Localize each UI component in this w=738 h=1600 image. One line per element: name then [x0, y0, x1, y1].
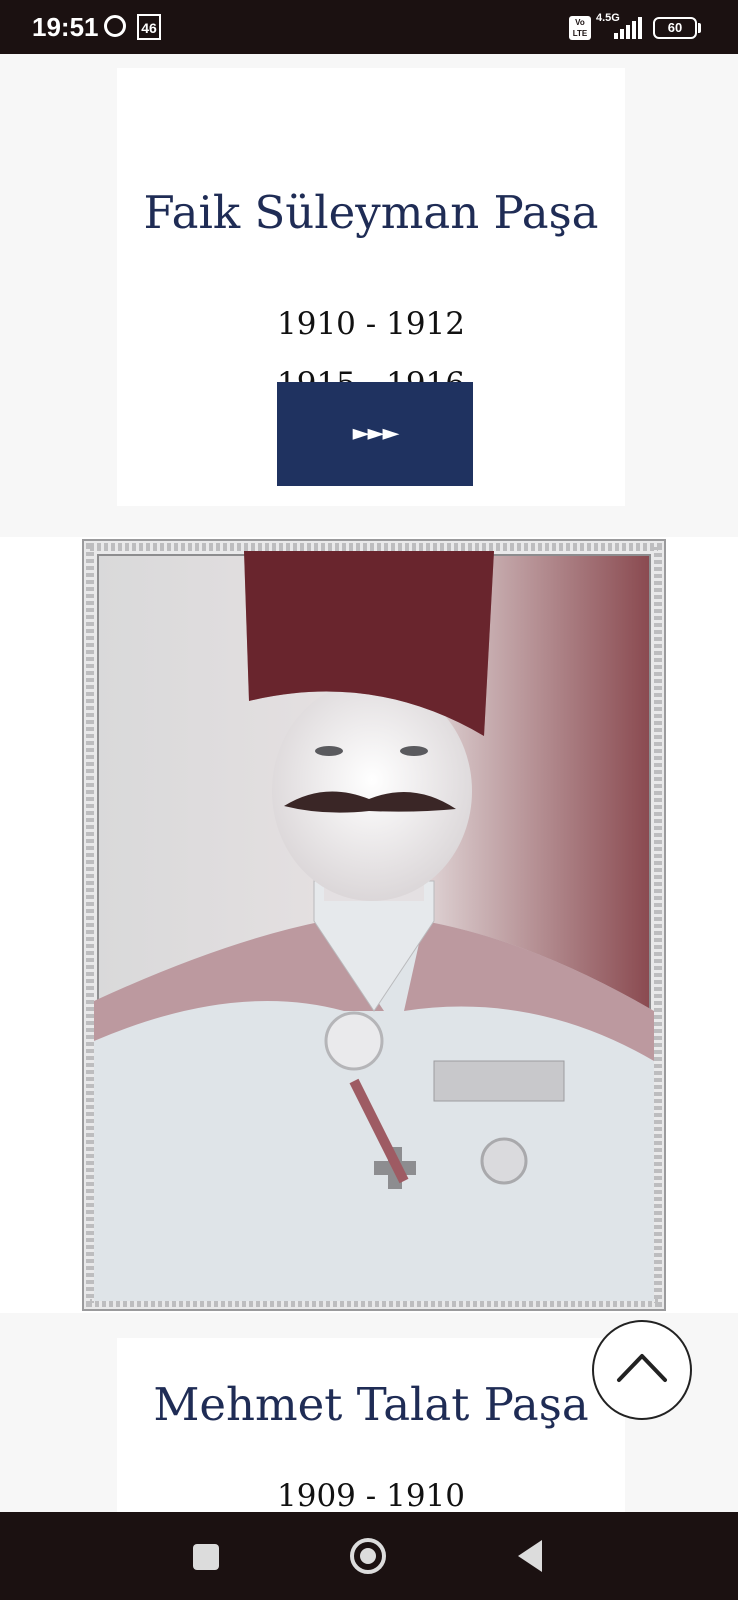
- signal-icon: [614, 17, 644, 39]
- back-button[interactable]: [518, 1540, 542, 1572]
- portrait-image: [82, 539, 666, 1311]
- volte-icon: Vo LTE: [569, 16, 591, 40]
- battery-tip: [698, 23, 701, 33]
- network-badge-icon: 46: [137, 14, 161, 40]
- navigation-bar: [0, 1512, 738, 1600]
- person-card: Faik Süleyman Paşa 1910 - 1912 1915 - 19…: [117, 68, 625, 506]
- chevron-up-icon: [617, 1354, 667, 1382]
- status-bar: 19:51 46 Vo LTE 4.5G 60: [0, 0, 738, 54]
- status-time: 19:51: [32, 12, 99, 42]
- person-card: Mehmet Talat Paşa 1909 - 1910: [117, 1338, 625, 1518]
- term-years: 1910 - 1912: [277, 306, 465, 342]
- person-name: Faik Süleyman Paşa: [143, 186, 599, 239]
- battery-icon: 60: [653, 17, 697, 39]
- home-button[interactable]: [350, 1538, 386, 1574]
- more-button[interactable]: ►►►: [277, 382, 473, 486]
- term-years: 1909 - 1910: [277, 1478, 465, 1514]
- portrait-section: [0, 537, 738, 1313]
- portrait-illustration: [86, 543, 662, 1307]
- alarm-icon: [104, 15, 126, 37]
- person-name: Mehmet Talat Paşa: [153, 1378, 589, 1431]
- recent-apps-button[interactable]: [193, 1544, 219, 1570]
- scroll-top-button[interactable]: [592, 1320, 692, 1420]
